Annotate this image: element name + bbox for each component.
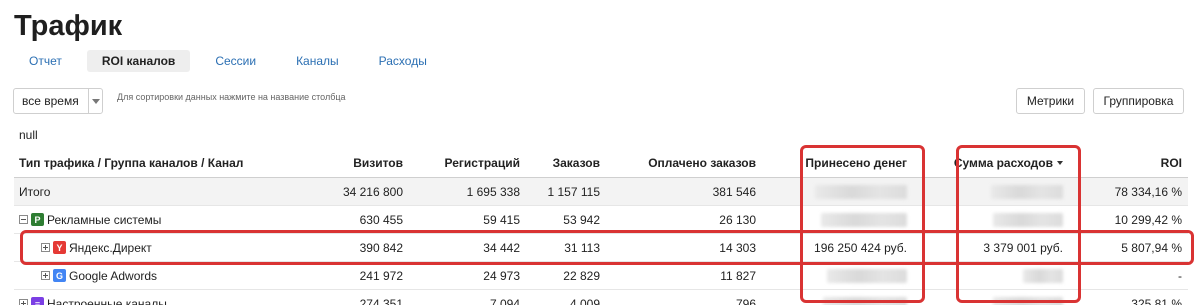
cell-expenses-blurred bbox=[954, 178, 1063, 205]
cell-visits: 241 972 bbox=[359, 268, 403, 283]
header-channel[interactable]: Тип трафика / Группа каналов / Канал bbox=[19, 148, 319, 177]
cell-registrations: 7 094 bbox=[489, 296, 520, 305]
cell-expenses-blurred bbox=[954, 206, 1063, 233]
cell-orders: 1 157 115 bbox=[547, 184, 601, 199]
header-orders[interactable]: Заказов bbox=[534, 148, 600, 177]
cell-revenue-blurred bbox=[794, 206, 907, 233]
cell-roi: 5 807,94 % bbox=[1121, 240, 1182, 255]
cell-paid-orders: 796 bbox=[735, 296, 756, 305]
sort-hint: Для сортировки данных нажмите на названи… bbox=[117, 92, 346, 102]
cell-revenue-blurred bbox=[794, 262, 907, 289]
cell-registrations: 1 695 338 bbox=[466, 184, 520, 199]
header-registrations[interactable]: Регистраций bbox=[434, 148, 520, 177]
header-revenue[interactable]: Принесено денег bbox=[794, 148, 907, 177]
row-name[interactable]: Google Adwords bbox=[69, 269, 157, 283]
ads-icon: P bbox=[31, 213, 44, 226]
table-row-custom-channels: ≡ Настроенные каналы 274 351 7 094 4 009… bbox=[14, 290, 1188, 305]
cell-visits: 390 842 bbox=[359, 240, 403, 255]
table-header-row: Тип трафика / Группа каналов / Канал Виз… bbox=[14, 148, 1188, 178]
cell-paid-orders: 26 130 bbox=[719, 212, 756, 227]
cell-revenue: 196 250 424 руб. bbox=[814, 240, 907, 255]
cell-orders: 22 829 bbox=[563, 268, 600, 283]
table-row-total: Итого 34 216 800 1 695 338 1 157 115 381… bbox=[14, 178, 1188, 206]
date-range-select[interactable]: все время bbox=[13, 88, 103, 114]
cell-paid-orders: 14 303 bbox=[719, 240, 756, 255]
tabs-bar: Отчет ROI каналов Сессии Каналы Расходы bbox=[14, 50, 452, 72]
cell-paid-orders: 11 827 bbox=[720, 268, 756, 283]
metrics-button[interactable]: Метрики bbox=[1016, 88, 1085, 114]
header-expenses[interactable]: Сумма расходов bbox=[954, 148, 1063, 177]
header-roi[interactable]: ROI bbox=[1094, 148, 1182, 177]
custom-channels-icon: ≡ bbox=[31, 297, 44, 305]
date-range-value: все время bbox=[22, 94, 79, 108]
collapse-icon[interactable] bbox=[19, 215, 28, 224]
cell-expenses: 3 379 001 руб. bbox=[983, 240, 1063, 255]
expand-icon[interactable] bbox=[41, 243, 50, 252]
row-name: Итого bbox=[19, 184, 51, 199]
header-visits[interactable]: Визитов bbox=[314, 148, 403, 177]
row-name-cell: G Google Adwords bbox=[19, 262, 319, 289]
row-name-cell: Y Яндекс.Директ bbox=[19, 234, 319, 261]
sort-desc-icon bbox=[1057, 160, 1063, 165]
cell-roi: - bbox=[1178, 268, 1182, 283]
cell-expenses-blurred bbox=[954, 290, 1063, 305]
cell-visits: 630 455 bbox=[359, 212, 403, 227]
chevron-down-icon[interactable] bbox=[88, 89, 102, 113]
row-name-cell: P Рекламные системы bbox=[19, 206, 319, 233]
cell-revenue-blurred bbox=[794, 178, 907, 205]
tab-report[interactable]: Отчет bbox=[14, 50, 77, 72]
table-row-ad-systems: P Рекламные системы 630 455 59 415 53 94… bbox=[14, 206, 1188, 234]
tab-channels[interactable]: Каналы bbox=[281, 50, 354, 72]
cell-roi: 10 299,42 % bbox=[1114, 212, 1182, 227]
page-title: Трафик bbox=[14, 10, 123, 42]
tab-sessions[interactable]: Сессии bbox=[200, 50, 271, 72]
expand-icon[interactable] bbox=[41, 271, 50, 280]
cell-registrations: 34 442 bbox=[483, 240, 520, 255]
table-row-google-adwords: G Google Adwords 241 972 24 973 22 829 1… bbox=[14, 262, 1188, 290]
cell-roi: 78 334,16 % bbox=[1114, 184, 1182, 199]
cell-orders: 31 113 bbox=[564, 240, 600, 255]
expand-icon[interactable] bbox=[19, 299, 28, 305]
yandex-icon: Y bbox=[53, 241, 66, 254]
tab-expenses[interactable]: Расходы bbox=[364, 50, 442, 72]
cell-registrations: 24 973 bbox=[483, 268, 520, 283]
grouping-button[interactable]: Группировка bbox=[1093, 88, 1184, 114]
table-row-yandex-direct: Y Яндекс.Директ 390 842 34 442 31 113 14… bbox=[14, 234, 1188, 262]
row-name[interactable]: Яндекс.Директ bbox=[69, 241, 152, 255]
cell-revenue-blurred bbox=[794, 290, 907, 305]
tab-roi-channels[interactable]: ROI каналов bbox=[86, 50, 191, 72]
cell-paid-orders: 381 546 bbox=[712, 184, 756, 199]
row-name[interactable]: Рекламные системы bbox=[47, 213, 161, 227]
row-name[interactable]: Настроенные каналы bbox=[47, 297, 167, 305]
google-icon: G bbox=[53, 269, 66, 282]
header-expenses-label: Сумма расходов bbox=[953, 155, 1053, 170]
header-paid-orders[interactable]: Оплачено заказов bbox=[634, 148, 756, 177]
row-name-cell: ≡ Настроенные каналы bbox=[19, 290, 319, 305]
cell-roi: 325,81 % bbox=[1131, 296, 1182, 305]
cell-orders: 4 009 bbox=[569, 296, 600, 305]
cell-visits: 274 351 bbox=[359, 296, 403, 305]
null-label: null bbox=[19, 128, 38, 142]
cell-orders: 53 942 bbox=[563, 212, 600, 227]
roi-table: Тип трафика / Группа каналов / Канал Виз… bbox=[14, 148, 1188, 305]
cell-registrations: 59 415 bbox=[483, 212, 520, 227]
cell-visits: 34 216 800 bbox=[342, 184, 403, 199]
cell-expenses-blurred bbox=[954, 262, 1063, 289]
